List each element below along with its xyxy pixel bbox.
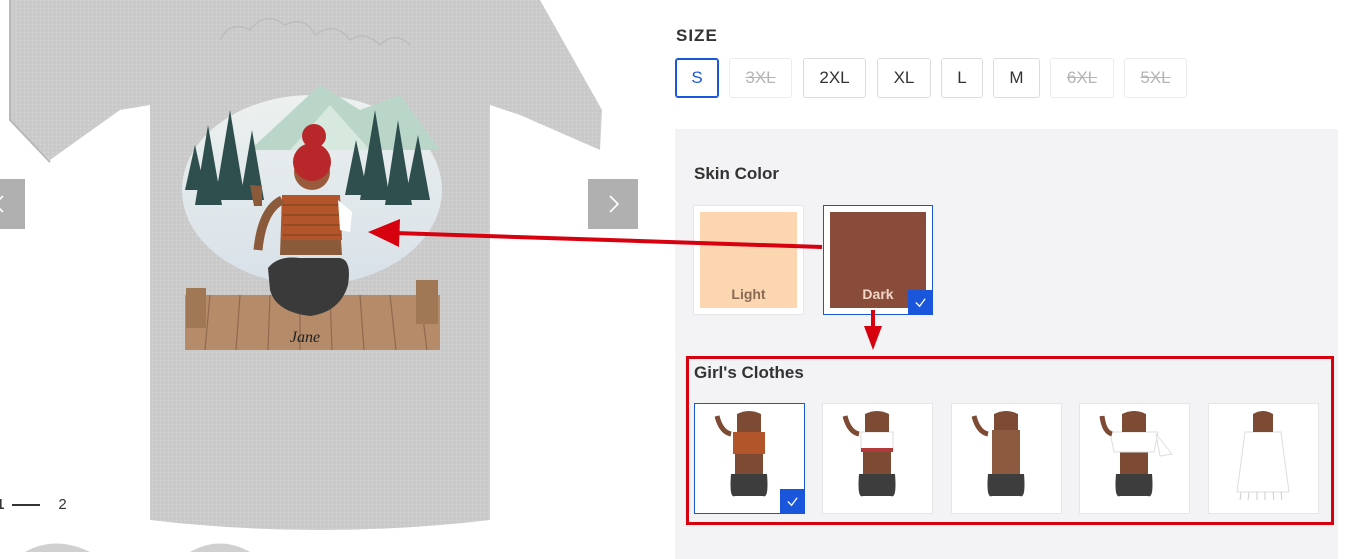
pager-total[interactable]: 2 bbox=[58, 496, 66, 513]
size-option-2xl[interactable]: 2XL bbox=[803, 58, 866, 98]
brown-tank-top-figure bbox=[971, 411, 1025, 497]
prev-image-button[interactable] bbox=[0, 179, 25, 229]
selected-check-icon bbox=[908, 290, 933, 315]
chevron-left-icon bbox=[0, 195, 4, 213]
white-bandeau-top-figure bbox=[842, 411, 896, 497]
clothes-option-white-bandeau-top[interactable] bbox=[822, 403, 933, 514]
girls-clothes-title: Girl's Clothes bbox=[694, 363, 804, 382]
pager-current: 1 bbox=[0, 496, 5, 513]
pager-divider bbox=[12, 503, 41, 506]
skin-color-light[interactable]: Light bbox=[693, 205, 804, 315]
chevron-right-icon bbox=[609, 195, 620, 213]
selected-check-icon bbox=[780, 489, 805, 514]
size-option-xl[interactable]: XL bbox=[877, 58, 931, 98]
size-option-m[interactable]: M bbox=[993, 58, 1040, 98]
white-off-shoulder-top-figure bbox=[1099, 411, 1173, 497]
skin-light-label: Light bbox=[731, 286, 766, 302]
size-option-5xl[interactable]: 5XL bbox=[1124, 58, 1187, 98]
white-fringe-dress-figure bbox=[1228, 411, 1290, 501]
clothes-option-white-fringe-dress[interactable] bbox=[1208, 403, 1319, 514]
size-label: SIZE bbox=[676, 26, 718, 45]
image-pager: 1 2 bbox=[0, 496, 67, 513]
skin-color-title: Skin Color bbox=[694, 164, 780, 183]
tshirt-product-image: Jane bbox=[9, 0, 602, 552]
clothes-option-white-off-shoulder-top[interactable] bbox=[1079, 403, 1190, 514]
size-option-s[interactable]: S bbox=[675, 58, 719, 98]
size-option-3xl[interactable]: 3XL bbox=[729, 58, 792, 98]
shirt-name-text: Jane bbox=[290, 329, 320, 346]
clothes-option-brown-crop-top[interactable] bbox=[694, 403, 805, 514]
next-image-button[interactable] bbox=[588, 179, 638, 229]
clothes-option-brown-tank-top[interactable] bbox=[951, 403, 1062, 514]
size-option-l[interactable]: L bbox=[941, 58, 983, 98]
skin-color-dark[interactable]: Dark bbox=[823, 205, 933, 315]
size-option-6xl[interactable]: 6XL bbox=[1050, 58, 1114, 98]
product-gallery: Jane 1 2 bbox=[0, 0, 650, 552]
